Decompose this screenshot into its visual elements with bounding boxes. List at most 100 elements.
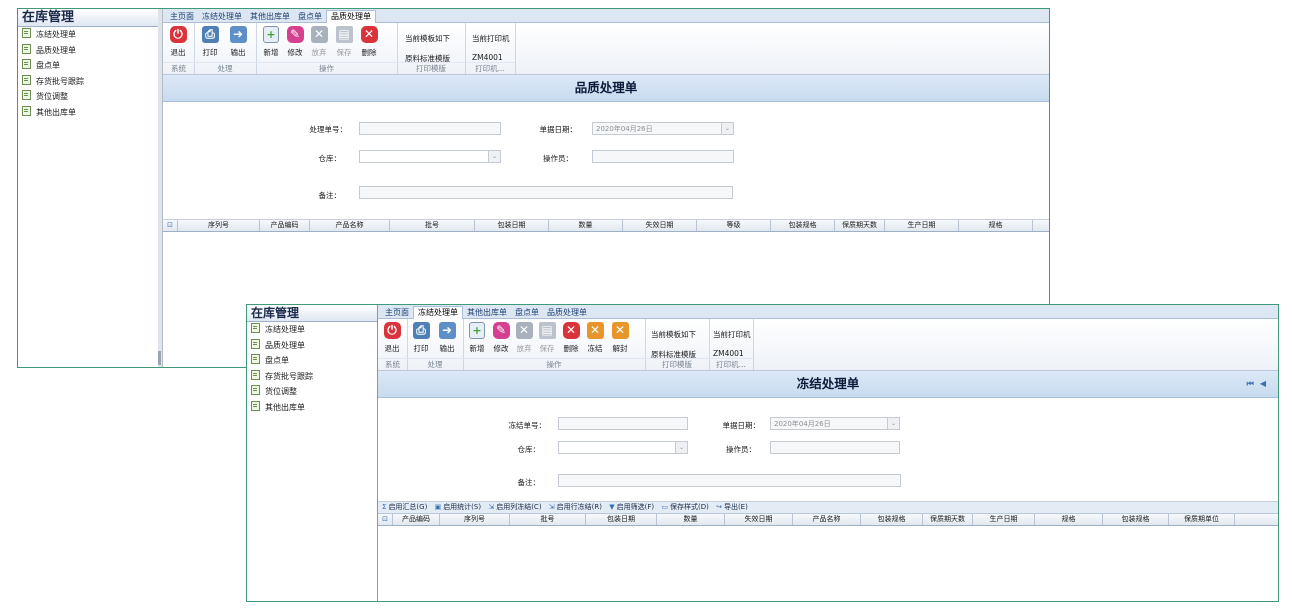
document-icon <box>251 323 260 333</box>
col-pack-spec[interactable]: 包装规格 <box>771 220 835 231</box>
column-chooser-icon[interactable]: ⊡ <box>163 220 178 231</box>
save-style-button[interactable]: ▭ 保存样式(D) <box>661 502 708 513</box>
sidebar-item-label: 其他出库单 <box>265 402 305 412</box>
warehouse-select[interactable]: ⌄ <box>359 150 501 163</box>
abandon-button[interactable]: ✕ 放弃 <box>308 26 330 58</box>
warehouse-select[interactable]: ⌄ <box>558 441 688 454</box>
enable-statistics-button[interactable]: ▣ 启用统计(S) <box>435 502 482 513</box>
sidebar-item-stocktake[interactable]: 盘点单 <box>18 58 158 74</box>
enable-column-freeze-button[interactable]: ⇲ 启用列冻结(C) <box>488 502 541 513</box>
sidebar-item-other-outbound[interactable]: 其他出库单 <box>18 105 158 121</box>
col-expiry-date[interactable]: 失效日期 <box>623 220 697 231</box>
tab-quality[interactable]: 品质处理单 <box>543 307 591 319</box>
col-production-date[interactable]: 生产日期 <box>885 220 959 231</box>
col-pack-date[interactable]: 包装日期 <box>586 514 657 525</box>
save-button[interactable]: ▤ 保存 <box>333 26 355 58</box>
sidebar-item-freeze[interactable]: 冻结处理单 <box>18 27 158 43</box>
enable-filter-button[interactable]: ▼ 启用筛选(F) <box>609 502 654 513</box>
group-caption[interactable]: 打印模版 <box>397 62 465 74</box>
operator-field[interactable] <box>770 441 900 454</box>
tab-freeze[interactable]: 冻结处理单 <box>198 11 246 23</box>
tab-other-outbound[interactable]: 其他出库单 <box>246 11 294 23</box>
enable-summary-button[interactable]: Σ 启用汇总(G) <box>382 502 427 513</box>
tab-stocktake[interactable]: 盘点单 <box>294 11 326 23</box>
col-batch[interactable]: 批号 <box>390 220 475 231</box>
remark-field[interactable] <box>558 474 901 487</box>
sidebar-item-batch-track[interactable]: 存货批号跟踪 <box>247 369 377 385</box>
doc-no-field[interactable] <box>359 122 501 135</box>
sidebar-item-location-adjust[interactable]: 货位调整 <box>18 89 158 105</box>
group-caption[interactable]: 打印模版 <box>645 358 709 370</box>
col-spec[interactable]: 规格 <box>959 220 1033 231</box>
tab-home[interactable]: 主页面 <box>381 307 413 319</box>
edit-button[interactable]: ✎ 修改 <box>490 322 512 354</box>
enable-row-freeze-button[interactable]: ⇲ 启用行冻结(R) <box>549 502 602 513</box>
operator-field[interactable] <box>592 150 734 163</box>
tab-freeze[interactable]: 冻结处理单 <box>413 306 463 319</box>
record-nav-icon[interactable]: ⏮◀ <box>1247 371 1272 397</box>
col-product-name[interactable]: 产品名称 <box>310 220 390 231</box>
splitter-grip[interactable] <box>158 351 161 365</box>
col-spec[interactable]: 规格 <box>1035 514 1103 525</box>
abandon-button[interactable]: ✕ 放弃 <box>513 322 535 354</box>
tab-home[interactable]: 主页面 <box>166 11 198 23</box>
exit-button[interactable]: ⏻ 退出 <box>381 322 403 354</box>
save-icon: ▤ <box>335 26 353 43</box>
col-pack-spec-2[interactable]: 包装规格 <box>1103 514 1169 525</box>
delete-button[interactable]: ✕ 删除 <box>358 26 380 58</box>
group-caption[interactable]: 打印机... <box>465 62 515 74</box>
output-button[interactable]: ➜ 输出 <box>227 26 249 58</box>
col-product-code[interactable]: 产品编码 <box>260 220 310 231</box>
sidebar-item-stocktake[interactable]: 盘点单 <box>247 353 377 369</box>
print-button[interactable]: ⎙ 打印 <box>410 322 432 354</box>
print-button[interactable]: ⎙ 打印 <box>199 26 221 58</box>
group-caption[interactable]: 打印机... <box>709 358 753 370</box>
column-chooser-icon[interactable]: ⊡ <box>378 514 393 525</box>
save-button[interactable]: ▤ 保存 <box>536 322 558 354</box>
form-title: 冻结处理单 ⏮◀ <box>378 371 1278 398</box>
remark-field[interactable] <box>359 186 733 199</box>
col-shelf-days[interactable]: 保质期天数 <box>923 514 973 525</box>
col-quantity[interactable]: 数量 <box>657 514 725 525</box>
col-production-date[interactable]: 生产日期 <box>973 514 1035 525</box>
chevron-down-icon[interactable]: ⌄ <box>675 442 687 453</box>
exit-button[interactable]: ⏻ 退出 <box>167 26 189 58</box>
export-button[interactable]: ↪ 导出(E) <box>716 502 748 513</box>
printer-name[interactable]: ZM4001 <box>472 53 503 62</box>
chevron-down-icon[interactable]: ⌄ <box>721 123 733 134</box>
chevron-down-icon[interactable]: ⌄ <box>488 151 500 162</box>
col-pack-spec[interactable]: 包装规格 <box>861 514 923 525</box>
col-pack-date[interactable]: 包装日期 <box>475 220 549 231</box>
sidebar-item-location-adjust[interactable]: 货位调整 <box>247 384 377 400</box>
edit-button[interactable]: ✎ 修改 <box>284 26 306 58</box>
sidebar-item-quality[interactable]: 品质处理单 <box>247 338 377 354</box>
tab-other-outbound[interactable]: 其他出库单 <box>463 307 511 319</box>
sidebar-item-quality[interactable]: 品质处理单 <box>18 43 158 59</box>
date-field[interactable]: 2020年04月26日 ⌄ <box>770 417 900 430</box>
col-batch[interactable]: 批号 <box>510 514 586 525</box>
unfreeze-button[interactable]: ✕ 解封 <box>609 322 631 354</box>
sidebar-item-batch-track[interactable]: 存货批号跟踪 <box>18 74 158 90</box>
date-field[interactable]: 2020年04月26日 ⌄ <box>592 122 734 135</box>
col-grade[interactable]: 等级 <box>697 220 771 231</box>
col-serial[interactable]: 序列号 <box>440 514 510 525</box>
tab-quality[interactable]: 品质处理单 <box>326 10 376 23</box>
new-button[interactable]: + 新增 <box>260 26 282 58</box>
tab-stocktake[interactable]: 盘点单 <box>511 307 543 319</box>
col-product-code[interactable]: 产品编码 <box>393 514 440 525</box>
col-serial[interactable]: 序列号 <box>178 220 260 231</box>
printer-name[interactable]: ZM4001 <box>713 349 744 358</box>
doc-no-field[interactable] <box>558 417 688 430</box>
freeze-button[interactable]: ✕ 冻结 <box>584 322 606 354</box>
new-button[interactable]: + 新增 <box>466 322 488 354</box>
sidebar-item-freeze[interactable]: 冻结处理单 <box>247 322 377 338</box>
col-shelf-days[interactable]: 保质期天数 <box>835 220 885 231</box>
delete-button[interactable]: ✕ 删除 <box>560 322 582 354</box>
output-button[interactable]: ➜ 输出 <box>436 322 458 354</box>
chevron-down-icon[interactable]: ⌄ <box>887 418 899 429</box>
sidebar-item-other-outbound[interactable]: 其他出库单 <box>247 400 377 416</box>
col-quantity[interactable]: 数量 <box>549 220 623 231</box>
col-product-name[interactable]: 产品名称 <box>793 514 861 525</box>
col-expiry-date[interactable]: 失效日期 <box>725 514 793 525</box>
col-shelf-unit[interactable]: 保质期单位 <box>1169 514 1235 525</box>
